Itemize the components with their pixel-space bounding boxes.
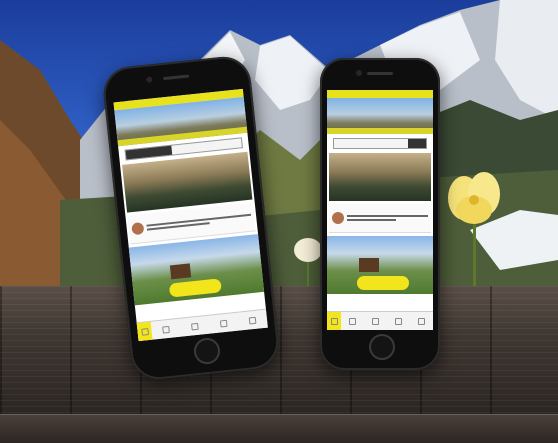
segment-active (125, 145, 173, 160)
cabin-photo (128, 234, 265, 306)
camera (146, 76, 153, 83)
home-button (192, 336, 222, 366)
smartphone-right (320, 58, 440, 370)
tab-icon (387, 312, 410, 330)
cabin-photo (327, 236, 433, 294)
speaker (367, 72, 393, 75)
tab-home-icon (327, 312, 341, 330)
feed-card (329, 204, 431, 233)
segment-active (407, 139, 426, 148)
avatar (332, 212, 344, 224)
cabin (358, 258, 379, 272)
lake-photo (329, 153, 431, 201)
home-button (369, 334, 395, 360)
cabin (169, 263, 192, 280)
status-bar (327, 90, 433, 98)
tab-icon (364, 312, 387, 330)
phone-screen (113, 88, 268, 342)
info-bubble (356, 276, 409, 290)
tab-icon (237, 310, 268, 331)
table-edge (0, 414, 558, 443)
card-text (146, 212, 252, 233)
camera (356, 70, 362, 76)
wood-grain (0, 286, 558, 414)
tab-icon (151, 319, 182, 340)
hero-band (327, 128, 433, 134)
speaker (163, 74, 190, 81)
avatar (131, 222, 145, 236)
card-text (347, 213, 428, 223)
bottom-tab-bar (136, 308, 268, 342)
info-bubble (169, 278, 223, 298)
bottom-tab-bar (327, 311, 433, 330)
phone-screen (327, 90, 433, 330)
segment-control (333, 138, 427, 149)
tab-icon (179, 316, 210, 337)
tab-icon (341, 312, 364, 330)
photo-scene (0, 0, 558, 443)
tab-icon (410, 312, 433, 330)
tab-icon (208, 313, 239, 334)
segment-inactive (172, 143, 241, 150)
hero-image (327, 98, 433, 134)
yellow-flower (448, 172, 500, 290)
